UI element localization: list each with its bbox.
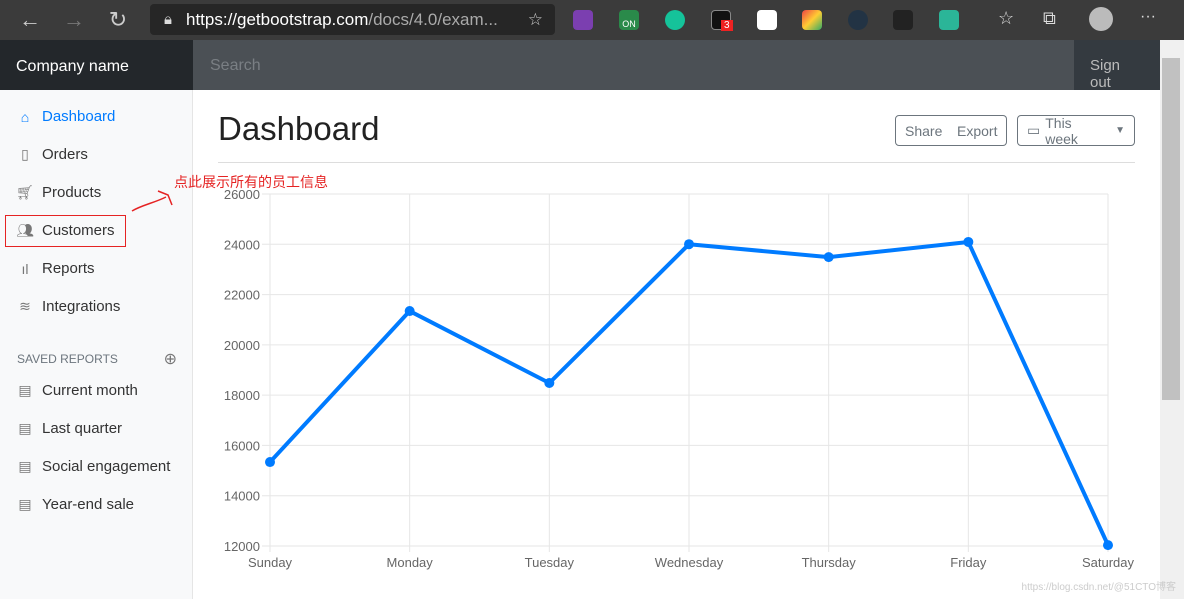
watermark: https://blog.csdn.net/@51CTO博客 [1021, 582, 1176, 593]
y-tick-label: 18000 [224, 388, 260, 403]
page-title: Dashboard [218, 110, 380, 147]
saved-report-label: Last quarter [42, 420, 123, 437]
file-text-icon: ▤ [18, 420, 32, 436]
saved-report-label: Social engagement [42, 458, 171, 475]
annotation-arrow [131, 190, 173, 212]
sign-out-link[interactable]: Sign out [1074, 40, 1160, 91]
address-bar[interactable]: 🔒︎ https://getbootstrap.com/docs/4.0/exa… [150, 4, 555, 35]
favorites-icon[interactable]: ☆ [998, 8, 1014, 29]
sidebar-item-label: Orders [42, 146, 88, 163]
file-text-icon: ▤ [18, 458, 32, 474]
back-icon[interactable]: ← [8, 7, 52, 33]
saved-reports-heading: SAVED REPORTS ⊕ [17, 349, 177, 369]
collections-icon[interactable]: ⧉ [1043, 8, 1056, 29]
period-dropdown[interactable]: ▭ This week ▼ [1017, 114, 1135, 147]
refresh-extension-icon[interactable] [939, 10, 959, 30]
data-point [265, 457, 275, 468]
x-tick-label: Monday [387, 555, 434, 570]
browser-toolbar: ← → ↻ 🔒︎ https://getbootstrap.com/docs/4… [0, 0, 1184, 40]
sidebar-item-label: Dashboard [42, 108, 116, 125]
bar-chart-icon: ıl [21, 260, 29, 277]
line-chart: 1200014000160001800020000220002400026000… [224, 187, 1135, 570]
more-icon[interactable]: ··· [1140, 8, 1156, 26]
x-tick-label: Wednesday [655, 555, 724, 570]
link-extension-icon[interactable] [893, 10, 913, 30]
data-point [963, 236, 974, 247]
data-point [684, 239, 694, 250]
x-tick-label: Sunday [248, 555, 293, 570]
sidebar-item-orders[interactable]: ▯ Orders [16, 146, 88, 163]
sidebar-item-label: Products [42, 184, 102, 201]
url-path: /docs/4.0/exam... [368, 9, 498, 29]
onenote-icon[interactable] [573, 10, 593, 30]
saved-reports-label: SAVED REPORTS [17, 352, 118, 366]
extension-badge: 3 [721, 20, 733, 31]
y-tick-label: 12000 [224, 539, 260, 554]
x-tick-label: Thursday [802, 555, 857, 570]
refresh-icon[interactable]: ↻ [96, 7, 140, 33]
sidebar-item-integrations[interactable]: ≋ Integrations [16, 298, 120, 315]
y-tick-label: 20000 [224, 338, 260, 353]
share-button[interactable]: Share [895, 115, 953, 146]
scrollbar[interactable] [1160, 40, 1184, 599]
period-label: This week [1045, 114, 1078, 147]
on-extension-icon[interactable]: ON [619, 10, 639, 30]
grammarly-icon[interactable] [665, 10, 685, 30]
file-text-icon: ▤ [18, 496, 32, 512]
scrollbar-thumb[interactable] [1162, 58, 1180, 400]
add-report-icon[interactable]: ⊕ [164, 349, 177, 369]
sidebar-item-products[interactable]: 🛒︎ Products [16, 184, 101, 201]
y-tick-label: 16000 [224, 438, 260, 453]
calendar-icon: ▭ [1027, 122, 1041, 138]
search-input[interactable]: Search [193, 40, 1074, 90]
url-host: https://getbootstrap.com [185, 9, 369, 29]
caret-down-icon: ▼ [1115, 125, 1125, 136]
sidebar-item-label: Reports [42, 260, 95, 277]
data-point [544, 377, 555, 388]
data-point [823, 252, 834, 263]
lock-icon: 🔒︎ [164, 11, 172, 28]
cart-icon: 🛒︎ [16, 184, 34, 200]
brand[interactable]: Company name [0, 40, 193, 90]
x-tick-label: Tuesday [525, 555, 575, 570]
file-icon: ▯ [21, 146, 29, 162]
sidebar: ⌂ Dashboard ▯ Orders 🛒︎ Products 👥︎ Customer… [0, 90, 193, 599]
profile-avatar[interactable] [1089, 7, 1113, 31]
navbar: Company name Search Sign out [0, 40, 1160, 91]
annotation-text: 点此展示所有的员工信息 [174, 174, 328, 190]
data-point [404, 306, 415, 317]
layers-icon: ≋ [19, 298, 31, 314]
file-text-icon: ▤ [18, 382, 32, 398]
annotation-highlight-box [5, 215, 126, 247]
header-divider [218, 162, 1135, 163]
y-tick-label: 14000 [224, 489, 260, 504]
saved-report-year-end-sale[interactable]: ▤ Year-end sale [16, 496, 134, 513]
colorful-extension-icon[interactable] [802, 10, 822, 30]
sync-extension-icon[interactable] [848, 10, 868, 30]
export-button[interactable]: Export [948, 115, 1008, 146]
saved-report-social-engagement[interactable]: ▤ Social engagement [16, 458, 170, 475]
sidebar-item-dashboard[interactable]: ⌂ Dashboard [16, 108, 116, 125]
home-icon: ⌂ [20, 108, 30, 125]
sidebar-item-label: Integrations [42, 298, 121, 315]
y-tick-label: 22000 [224, 288, 260, 303]
y-tick-label: 24000 [224, 237, 260, 252]
x-tick-label: Friday [950, 555, 987, 570]
x-tick-label: Saturday [1082, 555, 1135, 570]
saved-report-last-quarter[interactable]: ▤ Last quarter [16, 420, 122, 437]
saved-report-label: Year-end sale [42, 496, 135, 513]
sidebar-item-reports[interactable]: ıl Reports [16, 260, 95, 277]
saved-report-label: Current month [42, 382, 138, 399]
forward-icon[interactable]: → [52, 7, 96, 33]
cloud-extension-icon[interactable] [757, 10, 777, 30]
saved-report-current-month[interactable]: ▤ Current month [16, 382, 138, 399]
data-point [1103, 540, 1113, 551]
favorite-star-icon[interactable]: ☆ [528, 10, 543, 30]
